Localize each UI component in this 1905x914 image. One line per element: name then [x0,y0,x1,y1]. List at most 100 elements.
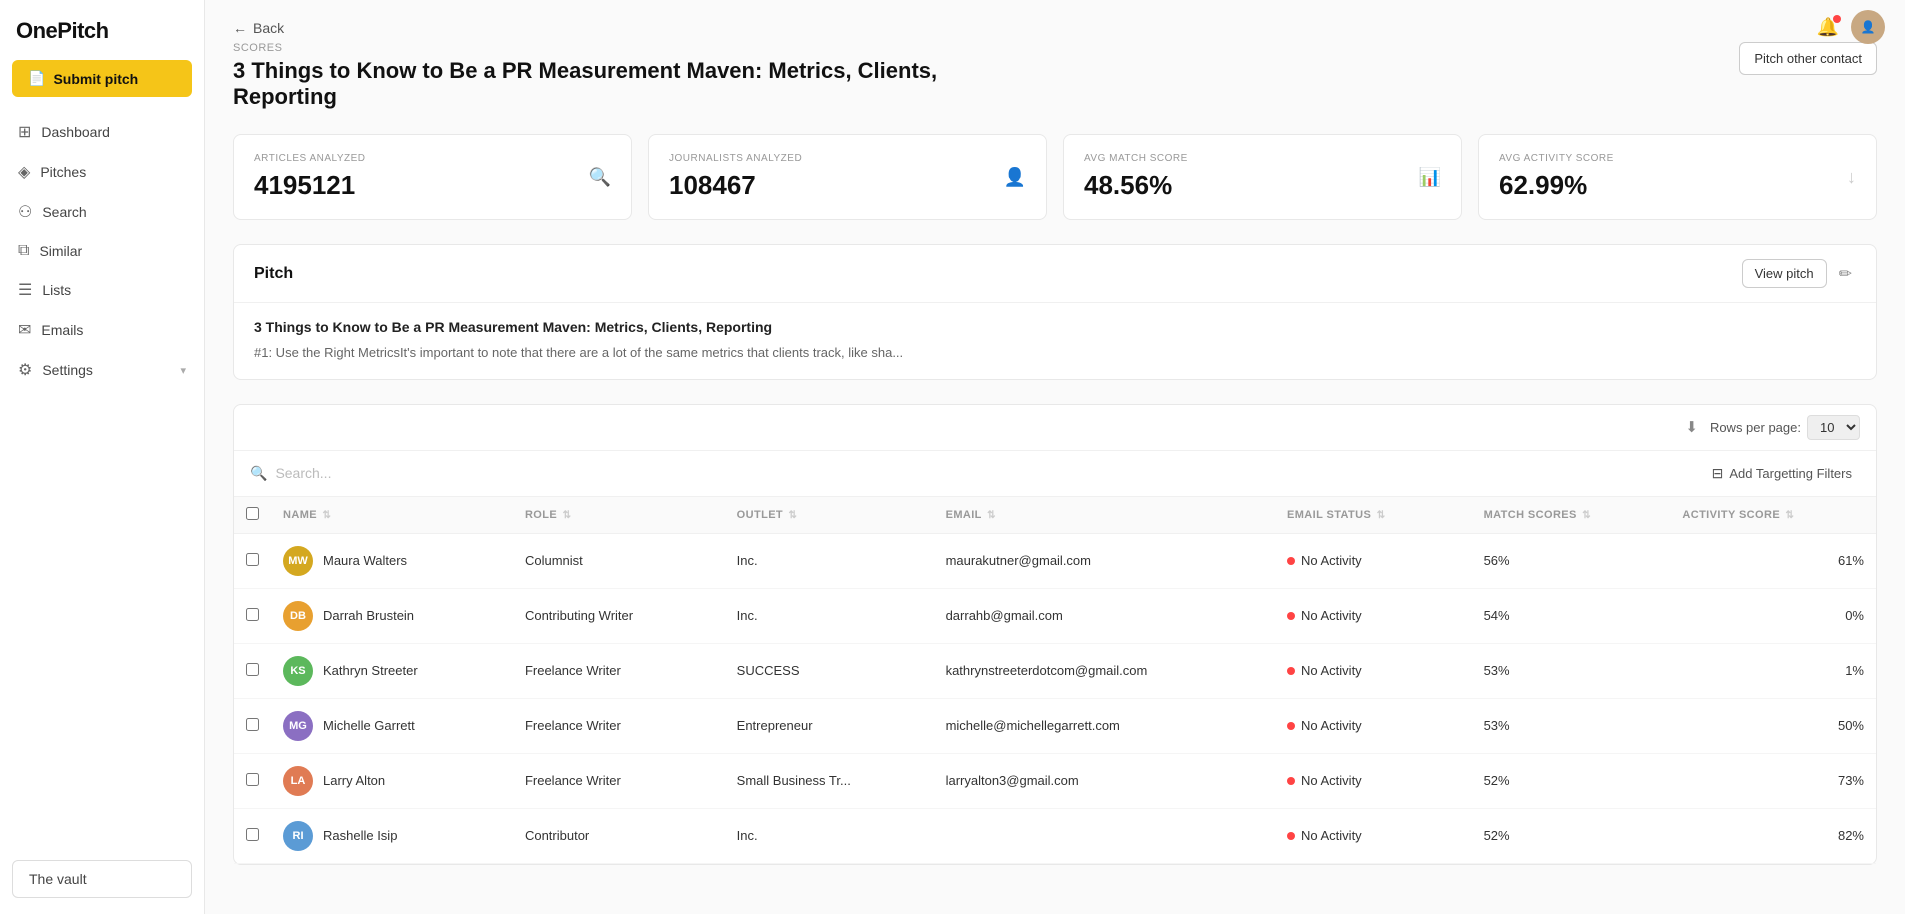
activity-score-value: 62.99% [1499,170,1614,201]
row-checkbox-3[interactable] [246,718,259,731]
row-name-cell: RI Rashelle Isip [271,808,513,863]
header-name[interactable]: NAME ⇅ [271,497,513,534]
pitches-icon: ◈ [18,162,30,182]
sidebar-item-pitches[interactable]: ◈ Pitches [8,153,196,191]
header-checkbox-col [234,497,271,534]
table-row: DB Darrah Brustein Contributing Writer I… [234,588,1876,643]
sidebar-item-label: Pitches [40,164,86,180]
email-status-label: No Activity [1301,773,1362,788]
row-activity-score-cell: 82% [1670,808,1876,863]
row-checkbox-0[interactable] [246,553,259,566]
match-score-value: 48.56% [1084,170,1188,201]
row-match-score-cell: 53% [1472,698,1671,753]
notification-bell[interactable]: 🔔 [1817,17,1839,38]
row-activity-score-cell: 50% [1670,698,1876,753]
submit-pitch-button[interactable]: 📄 Submit pitch [12,60,192,97]
pitch-section-title: Pitch [254,265,293,283]
journalist-name-0[interactable]: Maura Walters [323,553,407,568]
sidebar-item-label: Settings [42,362,93,378]
user-avatar[interactable]: 👤 [1851,10,1885,44]
submit-pitch-label: Submit pitch [53,71,138,87]
activity-score-label: AVG ACTIVITY SCORE [1499,153,1614,164]
back-link[interactable]: ← Back [233,20,1877,36]
row-activity-score-cell: 73% [1670,753,1876,808]
header-email-status[interactable]: EMAIL STATUS ⇅ [1275,497,1472,534]
header-outlet[interactable]: OUTLET ⇅ [725,497,934,534]
row-name-cell: MG Michelle Garrett [271,698,513,753]
row-match-score-cell: 54% [1472,588,1671,643]
row-role-cell: Freelance Writer [513,698,725,753]
notification-badge [1833,15,1841,23]
sidebar-item-label: Lists [42,282,71,298]
row-activity-score-cell: 61% [1670,533,1876,588]
pitch-subject: 3 Things to Know to Be a PR Measurement … [254,319,1856,335]
articles-label: ARTICLES ANALYZED [254,153,366,164]
email-status-label: No Activity [1301,718,1362,733]
header-match-scores[interactable]: MATCH SCORES ⇅ [1472,497,1671,534]
row-checkbox-cell [234,643,271,698]
row-outlet-cell: Small Business Tr... [725,753,934,808]
vault-button[interactable]: The vault [12,860,192,898]
header-activity-score[interactable]: ACTIVITY SCORE ⇅ [1670,497,1876,534]
match-sort-icon: ⇅ [1582,510,1591,521]
row-checkbox-5[interactable] [246,828,259,841]
view-pitch-button[interactable]: View pitch [1742,259,1827,288]
stats-row: ARTICLES ANALYZED 4195121 🔍 JOURNALISTS … [233,134,1877,220]
row-checkbox-cell [234,533,271,588]
row-checkbox-4[interactable] [246,773,259,786]
journalists-label: JOURNALISTS ANALYZED [669,153,802,164]
row-email-status-cell: No Activity [1275,643,1472,698]
search-input[interactable] [275,465,1703,481]
status-dot [1287,557,1295,565]
journalists-table: NAME ⇅ ROLE ⇅ OUTLET ⇅ EMAIL [234,497,1876,864]
search-filter-row: 🔍 ⊟ Add Targetting Filters [234,451,1876,497]
filter-label: Add Targetting Filters [1729,466,1852,481]
pitch-section: Pitch View pitch ✏ 3 Things to Know to B… [233,244,1877,380]
sidebar-item-lists[interactable]: ☰ Lists [8,271,196,309]
stat-card-match-score: AVG MATCH SCORE 48.56% 📊 [1063,134,1462,220]
sidebar: OnePitch 📄 Submit pitch ⊞ Dashboard ◈ Pi… [0,0,205,914]
edit-pitch-button[interactable]: ✏ [1835,260,1856,288]
pencil-icon: ✏ [1839,266,1852,283]
email-sort-icon: ⇅ [987,510,996,521]
add-targeting-filters-button[interactable]: ⊟ Add Targetting Filters [1704,461,1860,486]
download-icon[interactable]: ⬇ [1685,418,1698,436]
table-header-row: NAME ⇅ ROLE ⇅ OUTLET ⇅ EMAIL [234,497,1876,534]
settings-icon: ⚙ [18,360,32,380]
journalists-value: 108467 [669,170,802,201]
row-checkbox-1[interactable] [246,608,259,621]
journalist-avatar-3: MG [283,711,313,741]
row-outlet-cell: Entrepreneur [725,698,934,753]
stat-card-articles: ARTICLES ANALYZED 4195121 🔍 [233,134,632,220]
sidebar-item-similar[interactable]: ⧉ Similar [8,233,196,269]
journalist-avatar-0: MW [283,546,313,576]
journalist-name-1[interactable]: Darrah Brustein [323,608,414,623]
sidebar-item-search[interactable]: ⚇ Search [8,193,196,231]
row-checkbox-cell [234,698,271,753]
row-checkbox-2[interactable] [246,663,259,676]
sidebar-item-emails[interactable]: ✉ Emails [8,311,196,349]
header-role[interactable]: ROLE ⇅ [513,497,725,534]
search-input-icon: 🔍 [250,465,267,482]
journalist-name-5[interactable]: Rashelle Isip [323,828,397,843]
journalist-name-3[interactable]: Michelle Garrett [323,718,415,733]
journalist-name-4[interactable]: Larry Alton [323,773,385,788]
page-header: SCORES 3 Things to Know to Be a PR Measu… [233,42,1877,110]
pitch-body: 3 Things to Know to Be a PR Measurement … [234,303,1876,379]
row-role-cell: Contributor [513,808,725,863]
row-name-cell: LA Larry Alton [271,753,513,808]
journalist-name-2[interactable]: Kathryn Streeter [323,663,418,678]
select-all-checkbox[interactable] [246,507,259,520]
stat-card-activity-score: AVG ACTIVITY SCORE 62.99% ↓ [1478,134,1877,220]
header-email[interactable]: EMAIL ⇅ [934,497,1275,534]
sidebar-item-dashboard[interactable]: ⊞ Dashboard [8,113,196,151]
sidebar-item-settings[interactable]: ⚙ Settings ▾ [8,351,196,389]
email-status-label: No Activity [1301,828,1362,843]
rows-per-page-select[interactable]: 10 25 50 [1807,415,1860,440]
avatar-image: 👤 [1861,20,1876,34]
row-email-status-cell: No Activity [1275,698,1472,753]
main-content: 🔔 👤 ← Back SCORES 3 Things to Know to Be… [205,0,1905,914]
activity-sort-icon: ⇅ [1786,510,1795,521]
email-status-label: No Activity [1301,663,1362,678]
activity-stat-icon: ↓ [1847,167,1856,188]
